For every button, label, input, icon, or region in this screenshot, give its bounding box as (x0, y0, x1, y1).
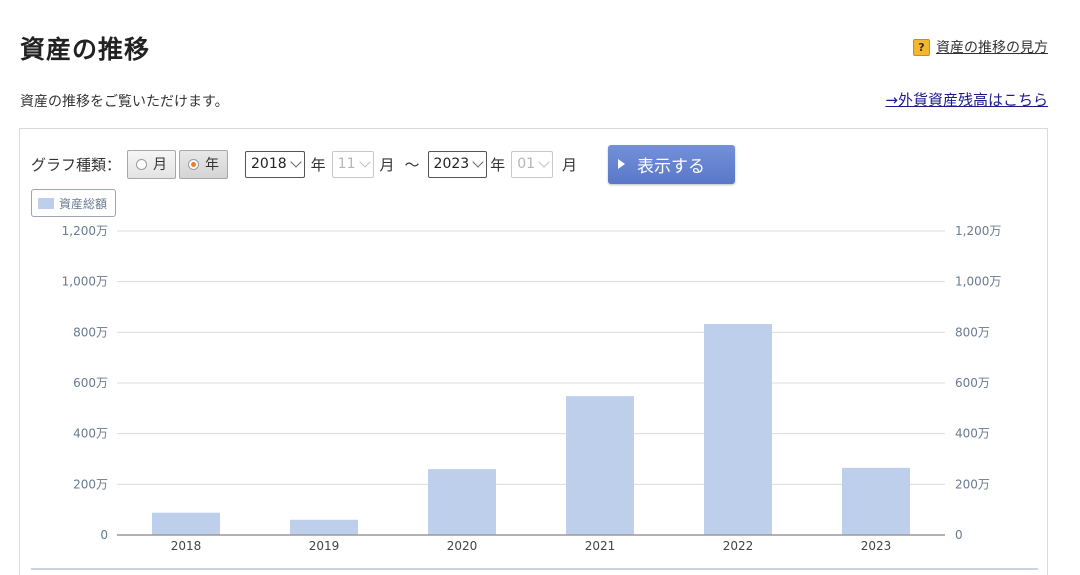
y-tick-label-right: 400万 (955, 427, 990, 441)
x-tick-label: 2019 (309, 539, 340, 553)
y-tick-label-left: 1,000万 (62, 275, 108, 289)
x-tick-label: 2021 (585, 539, 616, 553)
y-tick-label-left: 800万 (73, 325, 108, 339)
bar (566, 396, 634, 535)
bar (428, 469, 496, 535)
x-tick-label: 2023 (861, 539, 892, 553)
y-tick-label-right: 800万 (955, 325, 990, 339)
y-tick-label-left: 600万 (73, 376, 108, 390)
y-tick-label-left: 200万 (73, 477, 108, 491)
bar (152, 512, 220, 535)
panel-bottom-divider (31, 568, 1038, 570)
y-tick-label-right: 600万 (955, 376, 990, 390)
y-tick-label-right: 0 (955, 528, 963, 542)
y-tick-label-right: 1,000万 (955, 275, 1001, 289)
asset-bar-chart: 0 0 200万 200万 400万 400万 600万 600万 800万 800万 1,000万… (62, 224, 1002, 553)
y-tick-label-left: 400万 (73, 427, 108, 441)
y-tick-label-right: 200万 (955, 477, 990, 491)
y-tick-label-right: 1,200万 (955, 224, 1001, 238)
bar (704, 323, 772, 535)
x-tick-label: 2022 (723, 539, 754, 553)
bar (842, 467, 910, 535)
x-tick-label: 2018 (171, 539, 202, 553)
y-tick-label-left: 0 (100, 528, 108, 542)
bar (290, 519, 358, 535)
x-tick-label: 2020 (447, 539, 478, 553)
y-tick-label-left: 1,200万 (62, 224, 108, 238)
